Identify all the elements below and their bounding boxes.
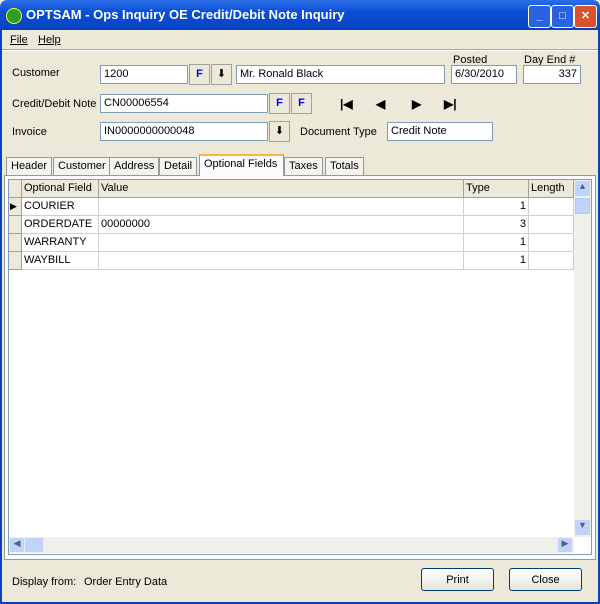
tab-taxes[interactable]: Taxes [284,157,323,175]
last-record-icon[interactable]: ▶| [444,97,457,111]
menu-divider [2,49,598,51]
posted-field: 6/30/2010 [451,65,517,84]
tab-totals[interactable]: Totals [325,157,364,175]
scroll-right-icon[interactable]: ▶ [558,538,572,552]
cell-value[interactable] [99,252,464,270]
display-from-label: Display from: [12,576,77,588]
next-record-icon[interactable]: ▶ [412,97,421,111]
row-selector[interactable]: ▶ [9,198,22,216]
customer-input[interactable]: 1200 [100,65,188,84]
maximize-button[interactable]: □ [551,5,574,28]
invoice-drilldown-icon[interactable]: ⬇ [269,121,290,142]
tab-detail[interactable]: Detail [159,157,198,175]
display-from-value: Order Entry Data [84,576,168,588]
cell-length[interactable] [529,216,574,234]
menu-file[interactable]: File [10,34,28,46]
customer-label: Customer [12,67,60,79]
close-window-button[interactable]: ✕ [574,5,597,28]
vertical-scroll-thumb[interactable] [575,198,590,214]
tab-customer[interactable]: Customer [53,157,111,175]
customer-finder-icon[interactable]: F [189,64,210,85]
scroll-left-icon[interactable]: ◀ [10,538,24,552]
row-selector[interactable] [9,234,22,252]
tab-address[interactable]: Address [109,157,160,175]
cell-type[interactable]: 1 [464,252,529,270]
scroll-down-icon[interactable]: ▼ [575,520,590,535]
doctype-label: Document Type [300,126,377,138]
row-selector[interactable] [9,252,22,270]
day-end-field: 337 [523,65,581,84]
vertical-scrollbar[interactable] [574,180,591,537]
column-header-length[interactable]: Length [529,180,574,198]
horizontal-scrollbar[interactable] [9,537,574,553]
first-record-icon[interactable]: |◀ [340,97,353,111]
tab-header[interactable]: Header [6,157,53,175]
cell-length[interactable] [529,252,574,270]
cell-type[interactable]: 3 [464,216,529,234]
close-button[interactable]: Close [509,568,582,591]
invoice-input[interactable]: IN0000000000048 [100,122,268,141]
note-input[interactable]: CN00006554 [100,94,268,113]
horizontal-scroll-thumb[interactable] [25,538,43,552]
cell-type[interactable]: 1 [464,198,529,216]
cell-optional-field[interactable]: WARRANTY [22,234,99,252]
doctype-field: Credit Note [387,122,493,141]
print-button[interactable]: Print [421,568,494,591]
cell-value[interactable] [99,198,464,216]
cell-value[interactable] [99,234,464,252]
cell-value[interactable]: 00000000 [99,216,464,234]
note-label: Credit/Debit Note [12,98,97,110]
cell-optional-field[interactable]: WAYBILL [22,252,99,270]
cell-type[interactable]: 1 [464,234,529,252]
tab-optional-fields[interactable]: Optional Fields [199,154,284,176]
cell-length[interactable] [529,234,574,252]
column-header-optional-field[interactable]: Optional Field [22,180,99,198]
cell-length[interactable] [529,198,574,216]
invoice-label: Invoice [12,126,47,138]
customer-drilldown-icon[interactable]: ⬇ [211,64,232,85]
cell-optional-field[interactable]: ORDERDATE [22,216,99,234]
note-finder2-icon[interactable]: F [291,93,312,114]
column-header-value[interactable]: Value [99,180,464,198]
optional-fields-grid: Optional Field Value Type Length ▶ COURIE… [8,179,592,555]
customer-name-field: Mr. Ronald Black [236,65,445,84]
app-icon [6,8,22,24]
minimize-button[interactable]: _ [528,5,551,28]
window-title: OPTSAM - Ops Inquiry OE Credit/Debit Not… [26,7,345,22]
row-header-corner [9,180,22,198]
cell-optional-field[interactable]: COURIER [22,198,99,216]
column-header-type[interactable]: Type [464,180,529,198]
row-selector[interactable] [9,216,22,234]
scroll-up-icon[interactable]: ▲ [575,181,590,196]
previous-record-icon[interactable]: ◀ [376,97,385,111]
menu-help[interactable]: Help [38,34,61,46]
note-finder-icon[interactable]: F [269,93,290,114]
